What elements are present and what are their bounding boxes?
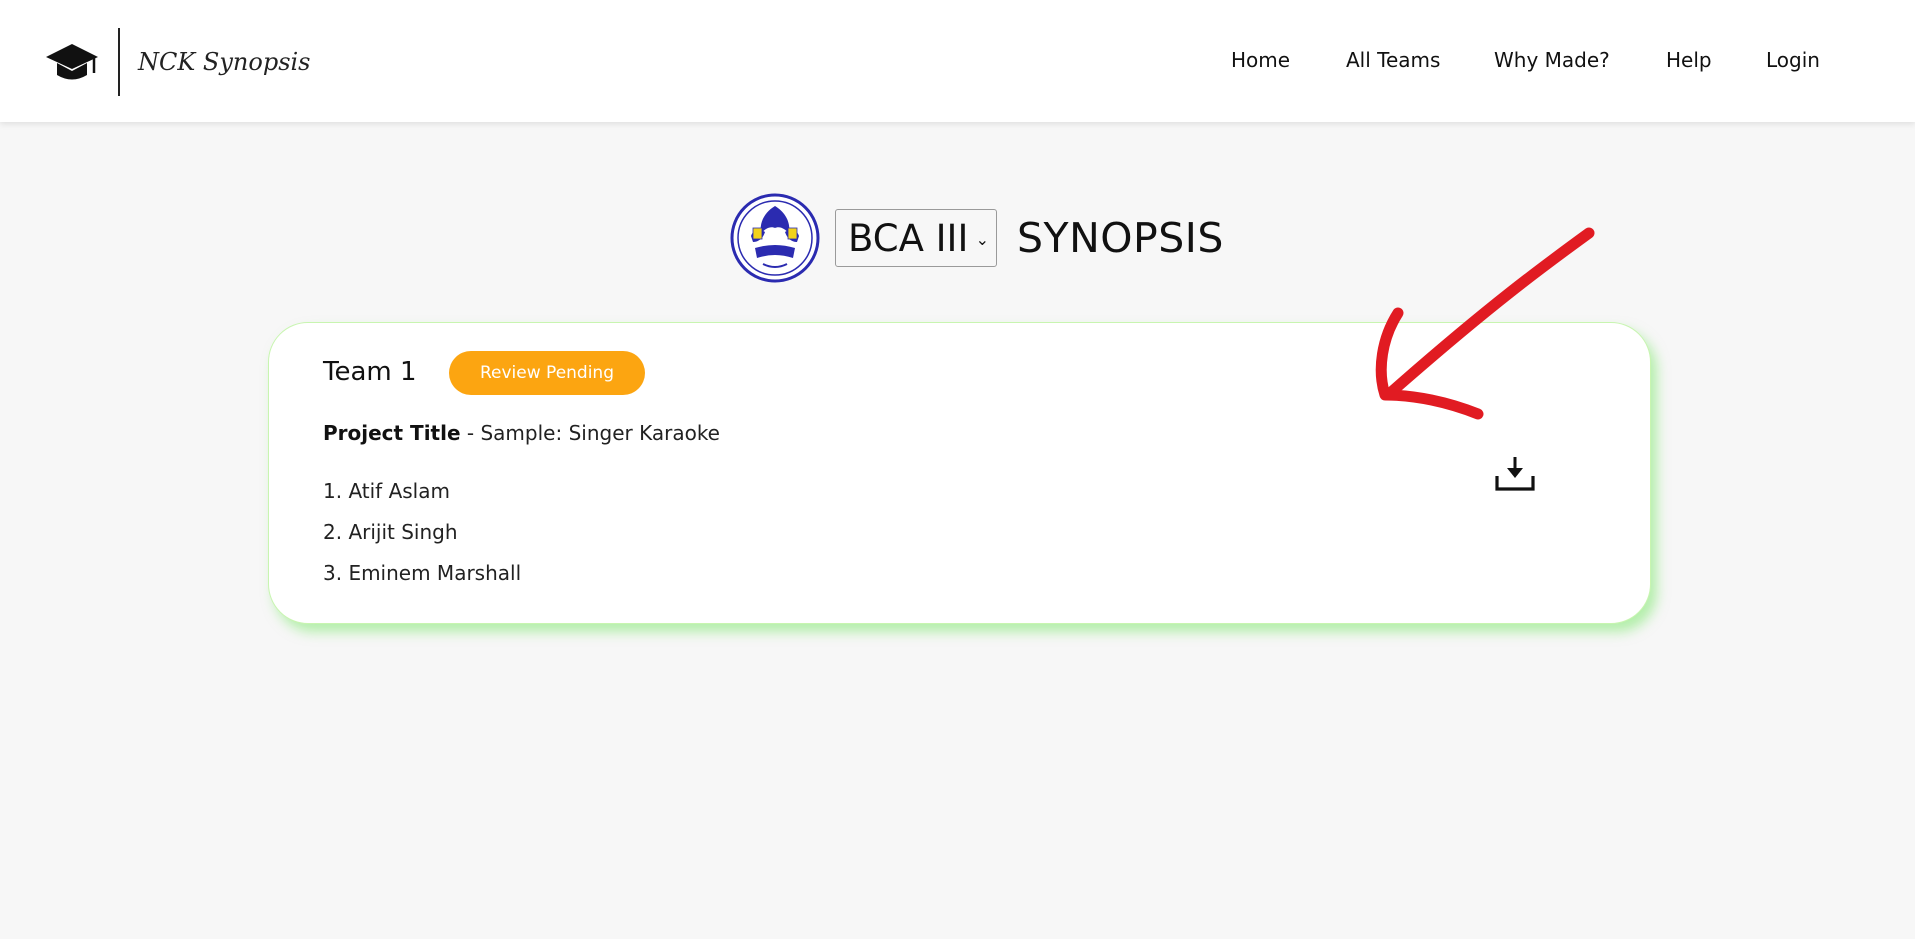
red-arrow-annotation (1370, 220, 1600, 420)
nav-why-made[interactable]: Why Made? (1494, 48, 1610, 72)
brand[interactable]: NCK Synopsis (44, 28, 311, 96)
graduation-cap-icon (46, 44, 98, 80)
page-title: SYNOPSIS (1017, 214, 1224, 262)
nav-home[interactable]: Home (1231, 48, 1290, 72)
team-member: 2. Arijit Singh (323, 520, 458, 544)
team-name: Team 1 (323, 357, 417, 387)
nav-login[interactable]: Login (1766, 48, 1820, 72)
brand-divider (118, 28, 120, 96)
team-member: 1. Atif Aslam (323, 479, 450, 503)
class-select[interactable]: BCA III ⌄ (835, 209, 997, 267)
project-title-value: Sample: Singer Karaoke (480, 421, 720, 445)
project-title-label: Project Title (323, 421, 461, 445)
status-badge: Review Pending (449, 351, 645, 395)
top-navbar: NCK Synopsis Home All Teams Why Made? He… (0, 0, 1915, 122)
app-name: NCK Synopsis (138, 48, 311, 76)
download-icon (1495, 457, 1535, 491)
college-logo (730, 193, 820, 283)
team-members-list: 1. Atif Aslam 2. Arijit Singh 3. Eminem … (323, 478, 521, 601)
page-heading: BCA III ⌄ SYNOPSIS (729, 192, 1224, 284)
project-title-row: Project Title - Sample: Singer Karaoke (323, 421, 720, 445)
class-select-value: BCA III (848, 216, 969, 260)
download-button[interactable] (1493, 454, 1537, 494)
nav-help[interactable]: Help (1666, 48, 1712, 72)
nav-all-teams[interactable]: All Teams (1346, 48, 1440, 72)
chevron-down-icon: ⌄ (975, 230, 989, 249)
team-member: 3. Eminem Marshall (323, 561, 522, 585)
project-title-separator: - (466, 421, 475, 445)
